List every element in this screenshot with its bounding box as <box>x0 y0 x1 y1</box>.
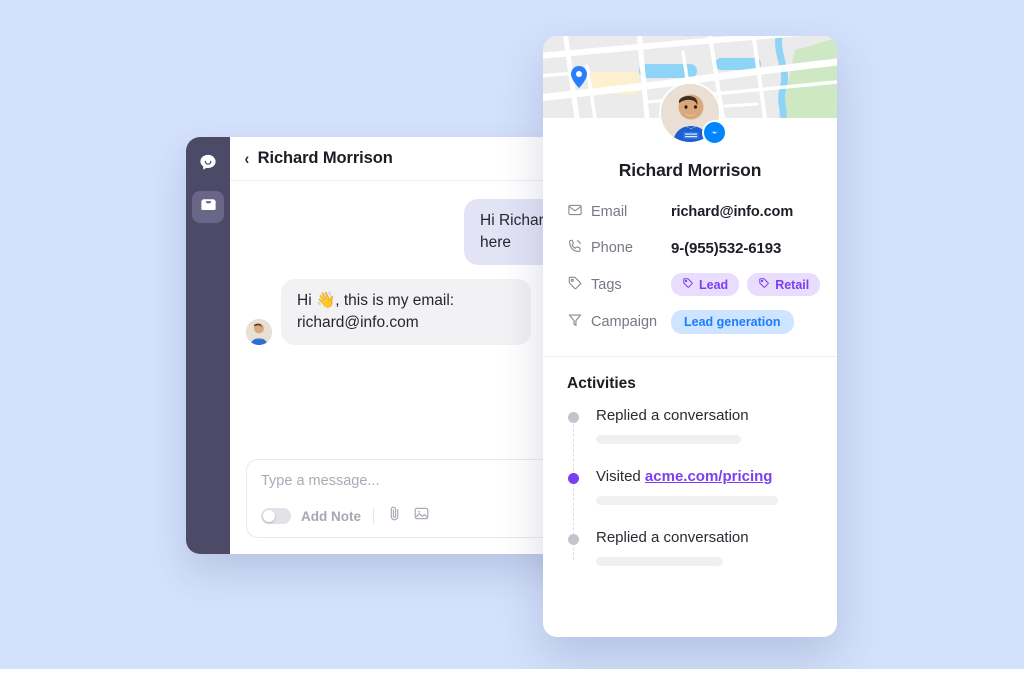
detail-label-campaign: Campaign <box>567 312 671 332</box>
detail-label-email: Email <box>567 202 671 222</box>
activity-link[interactable]: acme.com/pricing <box>645 468 773 485</box>
tag-icon <box>758 277 770 292</box>
timeline-dot-icon <box>568 412 579 423</box>
messenger-icon <box>702 120 727 145</box>
activity-placeholder-bar <box>596 557 723 566</box>
detail-label-tags: Tags <box>567 275 671 295</box>
add-note-toggle[interactable] <box>261 508 291 524</box>
activity-text: Visited acme.com/pricing <box>596 468 813 486</box>
tag-pill-group: Lead Retail <box>671 273 821 296</box>
paperclip-icon[interactable] <box>386 505 403 527</box>
avatar-block <box>543 82 837 164</box>
phone-icon <box>567 238 583 258</box>
detail-row-email: Email richard@info.com <box>567 201 813 223</box>
timeline-dot-icon <box>568 473 579 484</box>
funnel-icon <box>567 312 583 332</box>
activities-title: Activities <box>567 375 636 392</box>
tag-icon <box>567 275 583 295</box>
chat-title: Richard Morrison <box>257 149 393 167</box>
activity-text-prefix: Visited <box>596 468 645 485</box>
screen: ‹ Richard Morrison Hi Richard, leave you… <box>0 0 1024 674</box>
toolbar-divider <box>373 508 374 524</box>
detail-row-tags: Tags Lead Retail <box>567 273 821 296</box>
detail-row-phone: Phone 9-(955)532-6193 <box>567 237 813 259</box>
status-badge[interactable]: Retail <box>747 273 821 296</box>
envelope-icon <box>567 202 583 222</box>
add-note-label: Add Note <box>301 508 361 524</box>
list-item: Visited acme.com/pricing <box>567 468 813 505</box>
avatar <box>246 319 272 345</box>
detail-value-phone: 9-(955)532-6193 <box>671 239 782 257</box>
activity-timeline: Replied a conversation Visited acme.com/… <box>567 407 813 566</box>
detail-label-phone: Phone <box>567 238 671 258</box>
list-item: Replied a conversation <box>567 529 813 566</box>
status-badge[interactable]: Lead <box>671 273 740 296</box>
inbox-tray-icon <box>199 195 218 219</box>
rail-item-conversations[interactable] <box>192 149 224 181</box>
rail-item-inbox[interactable] <box>192 191 224 223</box>
detail-row-campaign: Campaign Lead generation <box>567 310 813 334</box>
contact-details: Email richard@info.com Phone 9-(955)532-… <box>543 181 837 334</box>
activity-placeholder-bar <box>596 435 741 444</box>
activity-text: Replied a conversation <box>596 529 749 546</box>
activities-section: Activities Replied a conversation Visite… <box>543 357 837 637</box>
timeline-dot-icon <box>568 534 579 545</box>
activity-text: Replied a conversation <box>596 407 749 424</box>
message-bubble-incoming: Hi 👋, this is my email: richard@info.com <box>281 279 531 345</box>
image-icon[interactable] <box>413 505 430 527</box>
chat-nav-rail <box>186 137 230 554</box>
list-item: Replied a conversation <box>567 407 813 444</box>
contact-card: Richard Morrison Email richard@info.com <box>543 36 837 637</box>
back-chevron-icon[interactable]: ‹ <box>245 150 250 167</box>
detail-value-email: richard@info.com <box>671 204 794 220</box>
bottom-strip <box>0 669 1024 674</box>
chat-bubble-icon <box>197 152 219 179</box>
campaign-badge[interactable]: Lead generation <box>671 310 794 334</box>
tag-icon <box>682 277 694 292</box>
activity-placeholder-bar <box>596 496 778 505</box>
